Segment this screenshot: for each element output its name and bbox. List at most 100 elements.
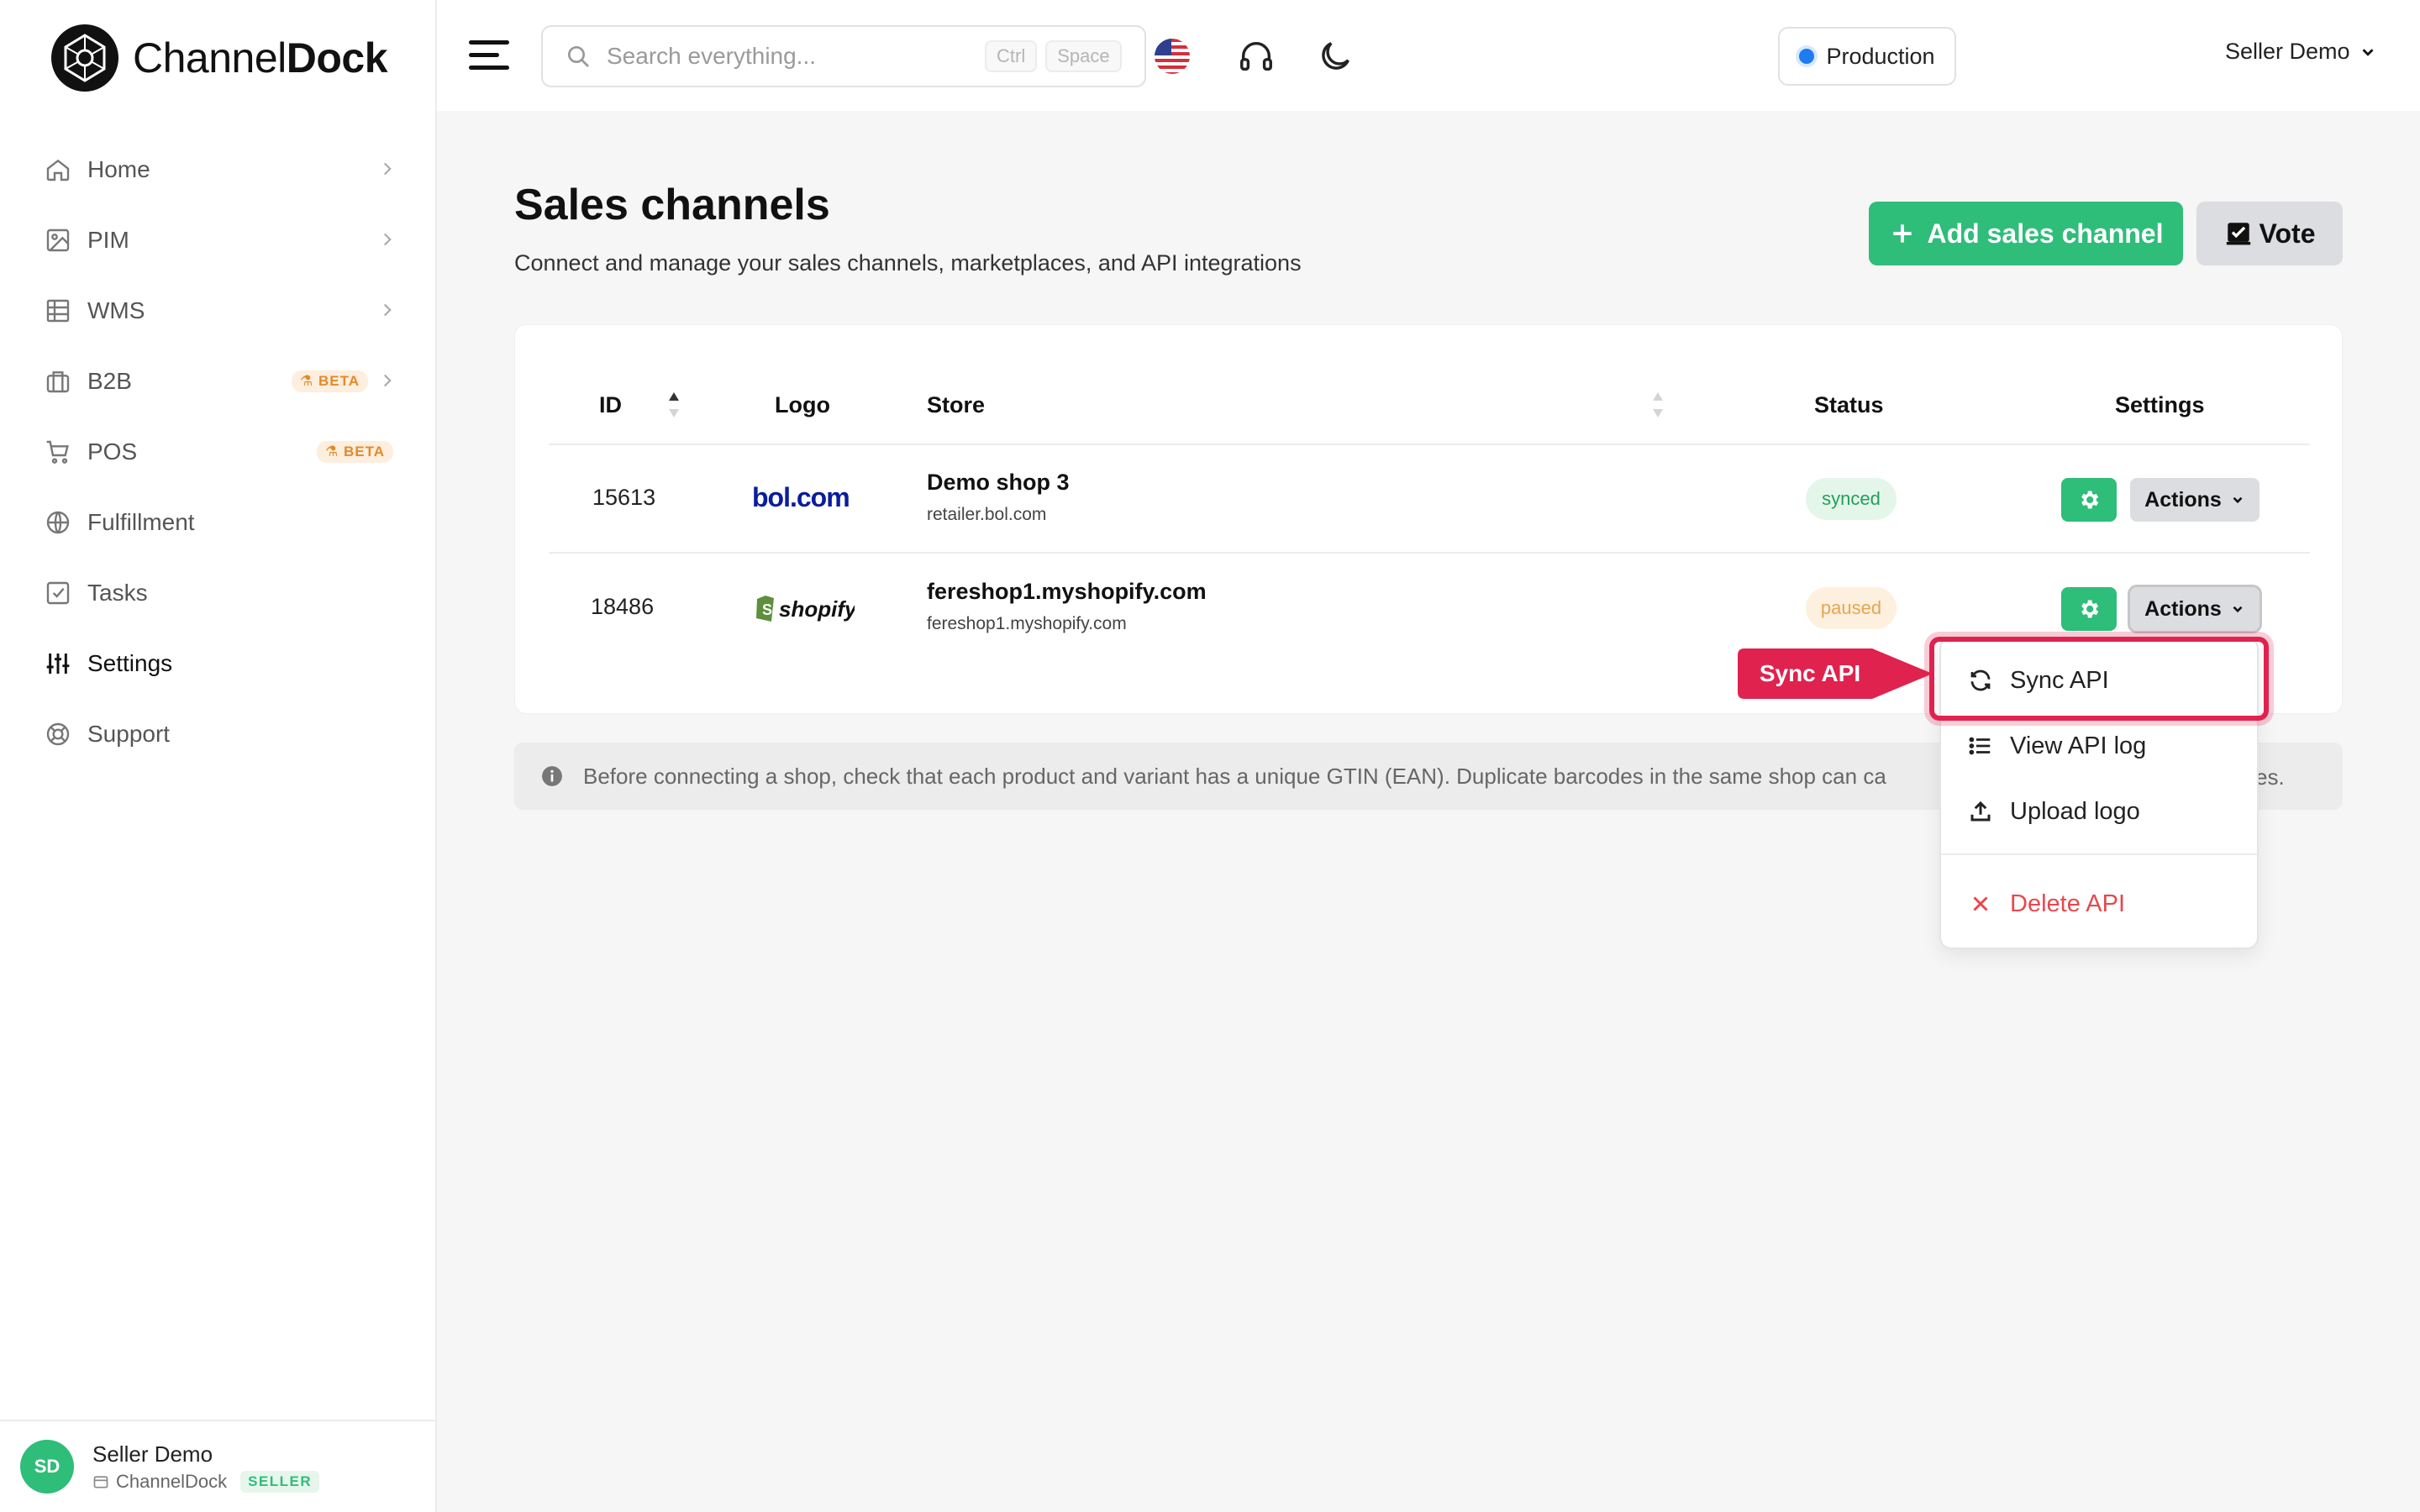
vote-button[interactable]: Vote — [2196, 202, 2343, 265]
shortcut-space: Space — [1045, 40, 1122, 72]
column-header-store[interactable]: Store — [927, 392, 985, 418]
channel-settings-button[interactable] — [2061, 478, 2117, 522]
menu-item-upload-logo[interactable]: Upload logo — [1941, 781, 2257, 842]
store-name: fereshop1.myshopify.com — [927, 579, 1207, 604]
sidebar-item-label: Tasks — [87, 580, 148, 606]
sidebar-item-tasks[interactable]: Tasks — [0, 558, 437, 628]
sidebar-item-fulfillment[interactable]: Fulfillment — [0, 487, 437, 558]
account-org: ChannelDock — [116, 1470, 228, 1492]
chevron-down-icon — [2233, 606, 2243, 613]
sidebar-item-label: PIM — [87, 227, 129, 253]
user-menu-label: Seller Demo — [2225, 39, 2350, 64]
menu-item-delete-api[interactable]: Delete API — [1941, 874, 2257, 934]
account-org-row: ChannelDock SELLER — [92, 1470, 320, 1493]
sidebar-item-b2b[interactable]: B2B ⚗ BETA — [0, 346, 437, 417]
chevron-right-icon — [383, 303, 392, 317]
channeldock-logo-icon — [51, 24, 118, 92]
search-input[interactable] — [607, 43, 976, 70]
channel-id: 18486 — [591, 594, 655, 619]
menu-item-label: Delete API — [2010, 890, 2126, 917]
gear-icon — [2081, 491, 2099, 509]
column-header-settings: Settings — [2115, 392, 2205, 417]
x-icon — [1973, 896, 1988, 911]
chevron-right-icon — [383, 162, 392, 176]
notice-text: Before connecting a shop, check that eac… — [583, 763, 1886, 789]
actions-button[interactable]: Actions — [2130, 478, 2260, 522]
shopify-logo-icon: S shopify — [756, 596, 855, 622]
column-header-id[interactable]: ID — [599, 392, 622, 418]
sidebar-item-label: Settings — [87, 650, 173, 676]
vote-label: Vote — [2259, 218, 2316, 249]
sort-asc-icon[interactable] — [666, 391, 681, 419]
svg-text:S: S — [762, 601, 772, 618]
us-flag-icon[interactable] — [1153, 37, 1192, 76]
cart-icon — [44, 438, 72, 466]
page-title: Sales channels — [514, 181, 830, 229]
tutorial-highlight-ring — [1929, 637, 2269, 721]
chevron-down-icon — [2233, 496, 2243, 504]
sidebar-item-support[interactable]: Support — [0, 699, 437, 769]
user-menu[interactable]: Seller Demo — [2225, 39, 2377, 65]
sidebar: ChannelDock Home PIM WMS B2B ⚗ BETA POS … — [0, 0, 437, 1512]
menu-toggle-icon[interactable] — [469, 39, 511, 72]
info-icon — [542, 766, 562, 786]
status-badge: paused — [1806, 587, 1897, 629]
store-url: retailer.bol.com — [927, 505, 1047, 524]
sliders-icon — [44, 649, 72, 678]
channel-settings-button[interactable] — [2061, 587, 2117, 631]
account-switcher[interactable]: SD Seller Demo ChannelDock SELLER — [0, 1420, 437, 1512]
image-icon — [44, 226, 72, 255]
sidebar-item-pos[interactable]: POS ⚗ BETA — [0, 417, 437, 487]
sidebar-item-home[interactable]: Home — [0, 134, 437, 205]
menu-item-view-api-log[interactable]: View API log — [1941, 716, 2257, 776]
sidebar-item-label: Support — [87, 721, 171, 747]
chevron-down-icon — [2362, 48, 2374, 56]
actions-button[interactable]: Actions — [2130, 587, 2260, 631]
globe-icon — [44, 508, 72, 537]
column-header-logo: Logo — [775, 392, 830, 417]
add-sales-channel-label: Add sales channel — [1927, 218, 2164, 249]
environment-status-dot — [1799, 49, 1815, 64]
list-icon — [1969, 737, 1991, 755]
sidebar-item-settings[interactable]: Settings — [0, 628, 437, 699]
checkbox-icon — [44, 579, 72, 607]
sidebar-item-label: POS — [87, 438, 138, 465]
sidebar-item-wms[interactable]: WMS — [0, 276, 437, 346]
page-subtitle: Connect and manage your sales channels, … — [514, 250, 1302, 276]
sidebar-item-label: B2B — [87, 368, 132, 394]
sidebar-item-label: Fulfillment — [87, 509, 195, 535]
sidebar-item-pim[interactable]: PIM — [0, 205, 437, 276]
lifebuoy-icon — [44, 720, 72, 748]
vote-icon — [2226, 223, 2250, 245]
actions-label: Actions — [2144, 487, 2222, 512]
bol-logo-text: bol.com — [752, 482, 850, 512]
store-name: Demo shop 3 — [927, 470, 1070, 495]
row-divider — [549, 552, 2310, 554]
chevron-right-icon — [383, 374, 392, 387]
environment-label: Production — [1826, 43, 1935, 69]
app-logo[interactable]: ChannelDock — [50, 24, 388, 92]
environment-selector[interactable]: Production — [1778, 27, 1956, 86]
global-search[interactable]: Ctrl Space — [541, 25, 1146, 87]
dark-mode-icon[interactable] — [1316, 37, 1355, 76]
sidebar-item-label: Home — [87, 156, 150, 182]
menu-divider — [1941, 853, 2257, 855]
notice-text-tail: es. — [2255, 764, 2285, 790]
beta-badge: ⚗ BETA — [317, 441, 393, 463]
bol-logo-icon: bol.com — [752, 482, 850, 512]
chevron-right-icon — [383, 233, 392, 246]
role-badge: SELLER — [240, 1470, 320, 1493]
brand-name: ChannelDock — [133, 34, 388, 81]
company-icon — [93, 1475, 108, 1488]
menu-item-label: View API log — [2010, 732, 2147, 759]
sidebar-nav: Home PIM WMS B2B ⚗ BETA POS ⚗ BETA Fulfi… — [0, 134, 437, 769]
grid-icon — [44, 297, 72, 325]
account-name: Seller Demo — [92, 1441, 213, 1467]
gear-icon — [2081, 600, 2099, 618]
sort-icon[interactable] — [1650, 391, 1665, 419]
add-sales-channel-button[interactable]: Add sales channel — [1869, 202, 2183, 265]
shortcut-ctrl: Ctrl — [985, 40, 1038, 72]
headset-icon[interactable] — [1237, 37, 1276, 76]
menu-item-label: Upload logo — [2010, 797, 2140, 825]
tutorial-callout-label: Sync API — [1759, 660, 1861, 686]
